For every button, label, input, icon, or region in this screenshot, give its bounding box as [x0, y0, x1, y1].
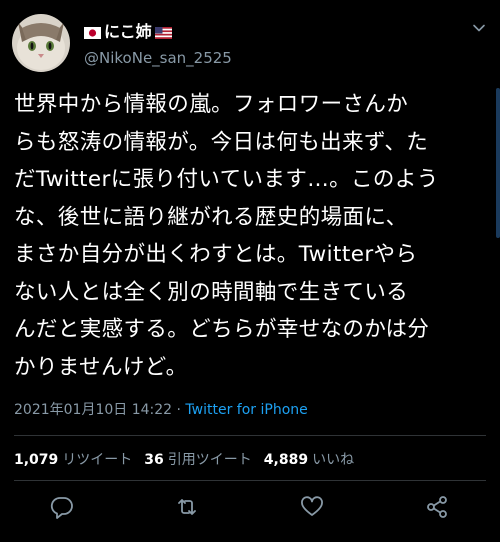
- divider: [14, 435, 486, 436]
- divider: [14, 480, 486, 481]
- display-name-text: にこ姉: [104, 22, 152, 41]
- likes-count: 4,889: [263, 452, 309, 468]
- retweet-icon: [174, 494, 200, 520]
- retweet-button[interactable]: [174, 494, 200, 520]
- action-bar: [0, 494, 500, 524]
- quotes-count: 36: [144, 452, 164, 468]
- tweet-text-line: らも怒涛の情報が。今日は何も出来ず、た: [14, 129, 429, 155]
- retweets-count: 1,079: [14, 452, 59, 468]
- share-button[interactable]: [424, 494, 450, 520]
- likes-stat[interactable]: 4,889 いいね: [264, 449, 354, 469]
- quotes-stat[interactable]: 36 引用ツイート: [144, 449, 251, 469]
- quotes-label: 引用ツイート: [167, 452, 252, 468]
- reply-button[interactable]: [49, 494, 75, 520]
- timestamp[interactable]: 2021年01月10日 14:22: [14, 402, 172, 418]
- tweet-text: 世界中から情報の嵐。フォロワーさんか らも怒涛の情報が。今日は何も出来ず、た だ…: [14, 86, 484, 386]
- share-icon: [424, 494, 450, 520]
- reply-icon: [49, 494, 75, 520]
- tweet-text-line: まさか自分が出くわすとは。Twitterやら: [14, 242, 418, 267]
- source-link[interactable]: Twitter for iPhone: [185, 402, 307, 418]
- scrollbar[interactable]: [496, 88, 500, 238]
- tweet: にこ姉 @NikoNe_san_2525 世界中から情報の嵐。フォロワーさんか …: [0, 0, 500, 542]
- tweet-text-line: な、後世に語り継がれる歴史的場面に、: [14, 204, 408, 230]
- like-button[interactable]: [299, 494, 325, 520]
- heart-icon: [299, 494, 325, 520]
- japan-flag-icon: [84, 24, 101, 39]
- likes-label: いいね: [312, 452, 355, 468]
- tweet-stats: 1,079 リツイート 36 引用ツイート 4,889 いいね: [14, 449, 354, 469]
- tweet-text-line: んだと実感する。どちらが幸せなのかは分: [14, 317, 430, 342]
- retweets-stat[interactable]: 1,079 リツイート: [14, 449, 132, 469]
- tweet-text-line: 世界中から情報の嵐。フォロワーさんか: [14, 92, 409, 117]
- retweets-label: リツイート: [62, 452, 133, 468]
- us-flag-icon: [154, 24, 172, 39]
- meta-separator: ·: [172, 402, 186, 418]
- tweet-text-line: だTwitterに張り付いています…。このよう: [14, 167, 439, 192]
- tweet-text-line: ない人とは全く別の時間軸で生きている: [14, 279, 409, 305]
- tweet-text-line: かりませんけど。: [14, 354, 188, 380]
- avatar[interactable]: [12, 14, 70, 72]
- tweet-meta: 2021年01月10日 14:22 · Twitter for iPhone: [14, 399, 308, 419]
- chevron-down-icon[interactable]: [472, 20, 486, 34]
- user-handle[interactable]: @NikoNe_san_2525: [84, 49, 232, 67]
- display-name[interactable]: にこ姉: [84, 18, 172, 42]
